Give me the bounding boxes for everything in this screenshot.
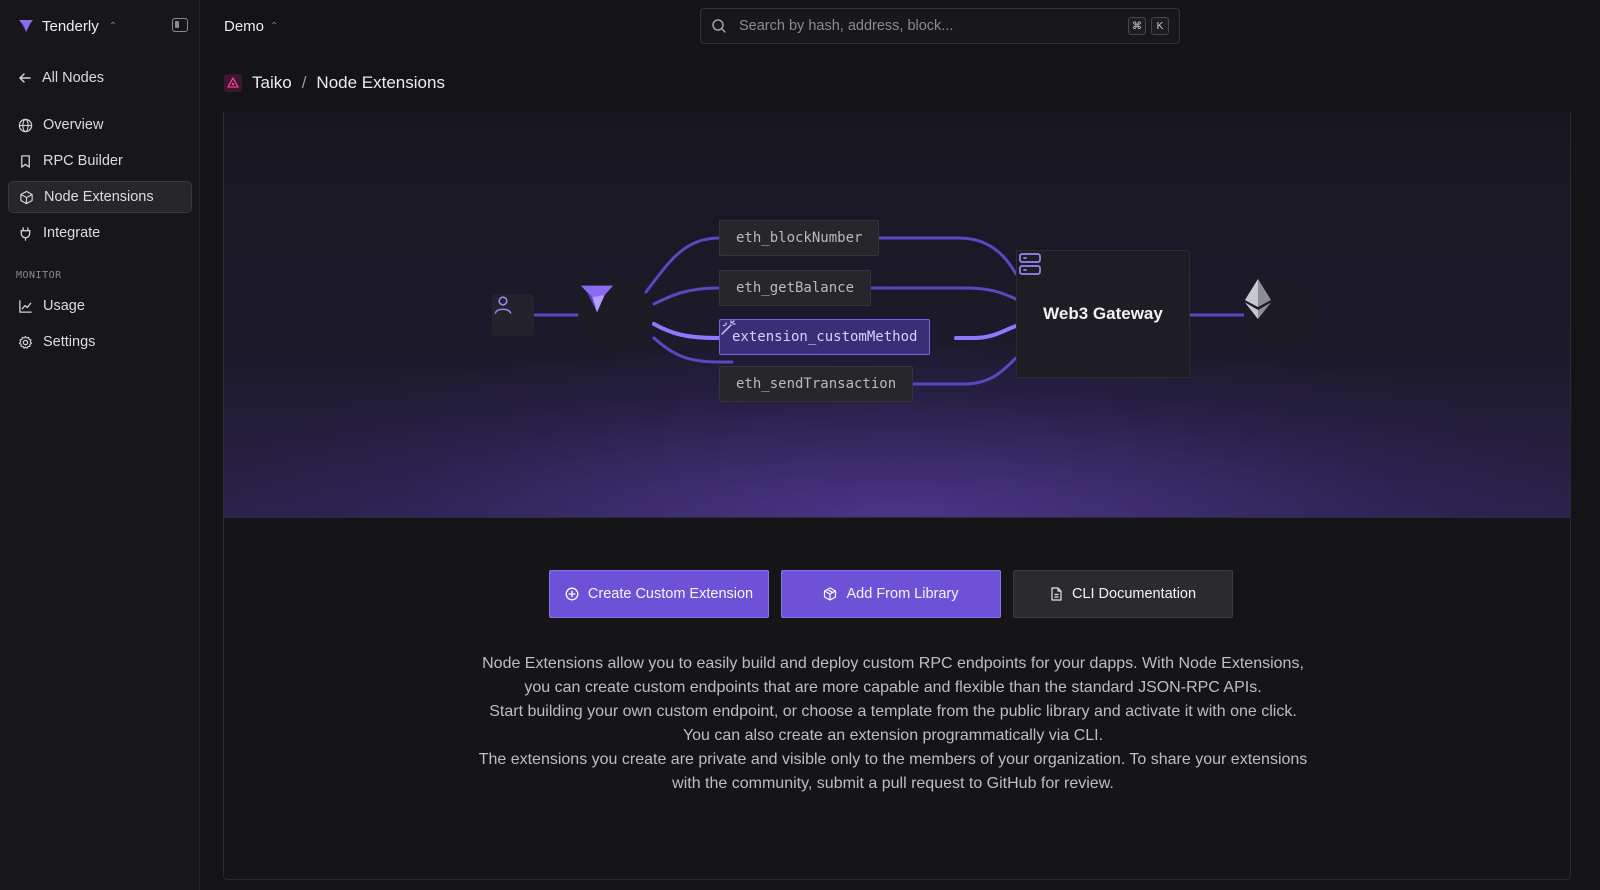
plug-icon bbox=[20, 226, 31, 241]
shortcut-cmd-key: ⌘ bbox=[1128, 17, 1146, 35]
brand-switcher[interactable]: Tenderly ⌃ bbox=[18, 16, 117, 36]
description-paragraph: Node Extensions allow you to easily buil… bbox=[482, 655, 1304, 696]
magic-wand-icon bbox=[721, 320, 736, 335]
description-paragraph: Start building your own custom endpoint,… bbox=[489, 703, 1297, 744]
chevron-updown-icon: ⌃ bbox=[270, 20, 279, 32]
tenderly-node bbox=[578, 278, 650, 350]
arrow-left-icon bbox=[18, 73, 31, 83]
search-icon bbox=[712, 19, 726, 33]
chevron-updown-icon: ⌃ bbox=[108, 20, 118, 32]
hero-diagram: eth_blockNumber eth_getBalance extension… bbox=[224, 112, 1570, 518]
breadcrumb-separator: / bbox=[301, 73, 307, 92]
diagram-connections bbox=[532, 236, 1246, 386]
ethereum-node bbox=[1244, 278, 1316, 350]
method-pill: eth_blockNumber bbox=[719, 220, 880, 256]
method-label: extension_customMethod bbox=[732, 329, 918, 345]
monitor-section-label: MONITOR bbox=[16, 270, 62, 281]
node-extensions-panel: eth_blockNumber eth_getBalance extension… bbox=[223, 112, 1571, 880]
brand-name: Tenderly bbox=[42, 17, 99, 35]
sidebar-item-label: Node Extensions bbox=[44, 189, 154, 205]
user-node bbox=[492, 294, 534, 336]
sidebar-item-label: RPC Builder bbox=[43, 153, 123, 169]
create-custom-extension-button[interactable]: Create Custom Extension bbox=[549, 570, 769, 618]
search-input[interactable] bbox=[739, 18, 1123, 34]
gear-icon bbox=[18, 335, 33, 349]
sidebar-item-label: Overview bbox=[43, 117, 104, 133]
method-pill: eth_getBalance bbox=[719, 270, 872, 306]
breadcrumb-current-page: Node Extensions bbox=[316, 73, 445, 92]
sidebar-item-overview[interactable]: Overview bbox=[8, 109, 192, 141]
method-pill-highlighted: extension_customMethod bbox=[719, 319, 931, 355]
button-label: Add From Library bbox=[846, 586, 959, 602]
gateway-label: Web3 Gateway bbox=[1043, 304, 1163, 323]
breadcrumb: Taiko / Node Extensions bbox=[224, 72, 445, 94]
workspace-name: Demo bbox=[224, 17, 265, 35]
server-icon bbox=[1019, 253, 1041, 275]
add-from-library-button[interactable]: Add From Library bbox=[781, 570, 1001, 618]
description-paragraph: The extensions you create are private an… bbox=[478, 751, 1308, 792]
sidebar-item-label: Settings bbox=[43, 334, 96, 350]
line-chart-icon bbox=[19, 299, 32, 313]
cube-icon bbox=[20, 190, 33, 204]
back-label: All Nodes bbox=[42, 70, 105, 86]
sidebar-item-integrate[interactable]: Integrate bbox=[8, 217, 192, 249]
cli-documentation-button[interactable]: CLI Documentation bbox=[1013, 570, 1233, 618]
globe-icon bbox=[18, 118, 33, 132]
method-pill: eth_sendTransaction bbox=[719, 366, 914, 402]
plus-circle-icon bbox=[565, 587, 579, 601]
sidebar-item-rpc-builder[interactable]: RPC Builder bbox=[8, 145, 192, 177]
search-bar[interactable]: ⌘ K bbox=[700, 8, 1180, 44]
button-label: Create Custom Extension bbox=[587, 586, 754, 602]
description: Node Extensions allow you to easily buil… bbox=[478, 652, 1308, 796]
breadcrumb-network[interactable]: Taiko bbox=[252, 73, 292, 93]
web3-gateway-node: Web3 Gateway bbox=[1016, 250, 1190, 378]
tenderly-logo-icon bbox=[580, 285, 614, 313]
sidebar-collapse-icon[interactable] bbox=[172, 18, 188, 32]
sidebar-item-settings[interactable]: Settings bbox=[8, 326, 192, 358]
sidebar-item-label: Usage bbox=[43, 298, 85, 314]
sidebar-item-node-extensions[interactable]: Node Extensions bbox=[8, 181, 192, 213]
bookmark-icon bbox=[21, 154, 30, 168]
shortcut-k-key: K bbox=[1151, 17, 1169, 35]
button-label: CLI Documentation bbox=[1071, 586, 1197, 602]
back-all-nodes[interactable]: All Nodes bbox=[8, 62, 192, 94]
user-icon bbox=[494, 296, 512, 314]
workspace-switcher[interactable]: Demo ⌃ bbox=[224, 16, 278, 36]
package-icon bbox=[824, 587, 837, 601]
document-icon bbox=[1051, 587, 1062, 601]
sidebar: Tenderly ⌃ All Nodes Overview RPC Builde… bbox=[0, 0, 200, 890]
tenderly-logo-icon bbox=[19, 20, 33, 32]
ethereum-icon bbox=[1245, 279, 1271, 319]
taiko-network-icon bbox=[224, 74, 242, 92]
sidebar-item-usage[interactable]: Usage bbox=[8, 290, 192, 322]
sidebar-item-label: Integrate bbox=[43, 225, 101, 241]
